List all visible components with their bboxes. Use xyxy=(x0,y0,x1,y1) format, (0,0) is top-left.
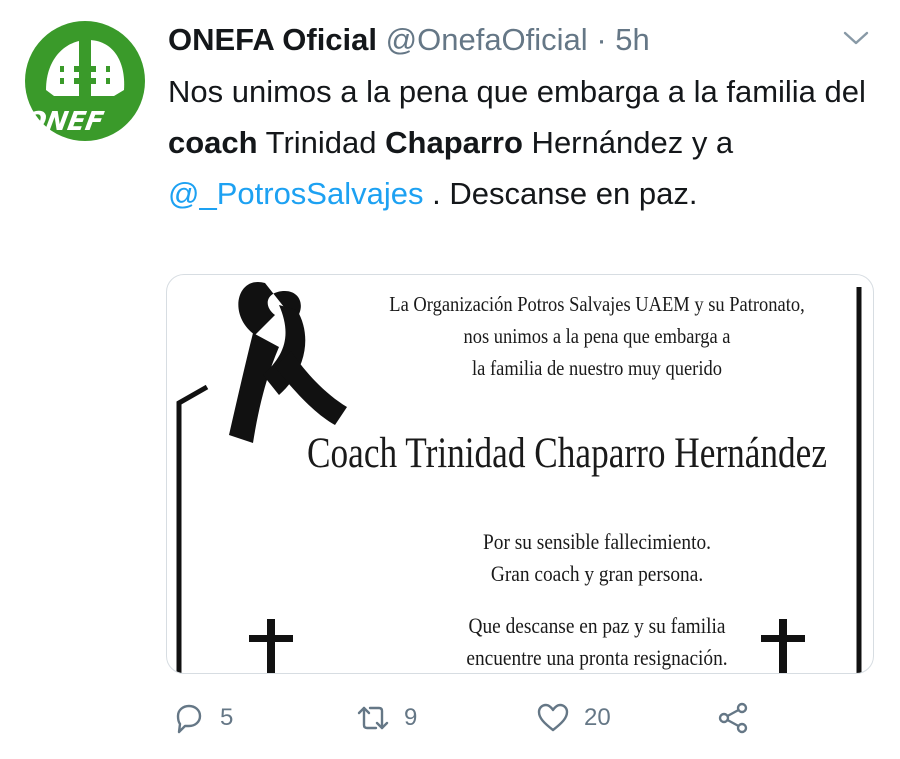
card-line-2: nos unimos a la pena que embarga a xyxy=(463,324,731,348)
tweet-timestamp[interactable]: 5h xyxy=(615,22,649,57)
attached-image[interactable]: La Organización Potros Salvajes UAEM y s… xyxy=(166,274,874,674)
like-count: 20 xyxy=(584,704,611,731)
tweet-text-segment: . Descanse en paz. xyxy=(423,176,698,211)
reply-count: 5 xyxy=(220,704,234,731)
svg-text:ONEF: ONEF xyxy=(24,107,106,137)
separator-dot: · xyxy=(596,22,607,57)
tweet-text-bold: coach xyxy=(168,125,258,160)
card-honoree-name: Coach Trinidad Chaparro Hernández xyxy=(307,430,827,477)
author-avatar[interactable]: ONEF xyxy=(21,20,146,142)
like-button[interactable]: 20 xyxy=(536,690,611,746)
tweet-action-bar: 5 9 20 xyxy=(0,690,900,746)
tweet-text: Nos unimos a la pena que embarga a la fa… xyxy=(168,66,868,219)
reply-icon xyxy=(176,704,202,734)
card-paragraph-2: Gran coach y gran persona. xyxy=(490,561,704,586)
retweet-icon xyxy=(357,706,389,730)
more-options-chevron-icon[interactable] xyxy=(842,28,870,48)
tweet-text-segment: Hernández y a xyxy=(522,125,734,160)
onefa-logo-icon: ONEF xyxy=(21,21,145,141)
author-handle[interactable]: @OnefaOficial xyxy=(386,22,588,57)
heart-icon xyxy=(537,703,569,732)
reply-button[interactable]: 5 xyxy=(172,690,233,746)
author-name[interactable]: ONEFA Oficial xyxy=(168,22,377,57)
retweet-count: 9 xyxy=(404,704,418,731)
share-icon xyxy=(718,702,748,734)
card-line-3: la familia de nuestro muy querido xyxy=(472,356,722,380)
mention-link[interactable]: @_PotrosSalvajes xyxy=(168,176,423,211)
tweet-text-segment: Trinidad xyxy=(257,125,386,160)
card-paragraph-4: encuentre una pronta resignación. xyxy=(466,645,728,670)
cross-icon-left xyxy=(249,619,293,673)
tweet-header: ONEFA Oficial @OnefaOficial · 5h xyxy=(168,18,840,62)
card-line-1: La Organización Potros Salvajes UAEM y s… xyxy=(389,292,805,316)
tweet-text-segment: Nos unimos a la pena que embarga a la fa… xyxy=(168,74,866,109)
card-paragraph-3: Que descanse en paz y su familia xyxy=(468,613,726,638)
card-paragraph-1: Por su sensible fallecimiento. xyxy=(483,529,711,554)
share-button[interactable] xyxy=(716,690,750,746)
tweet-text-bold: Chaparro xyxy=(385,125,523,160)
retweet-button[interactable]: 9 xyxy=(356,690,417,746)
mourning-ribbon-icon xyxy=(229,281,347,443)
